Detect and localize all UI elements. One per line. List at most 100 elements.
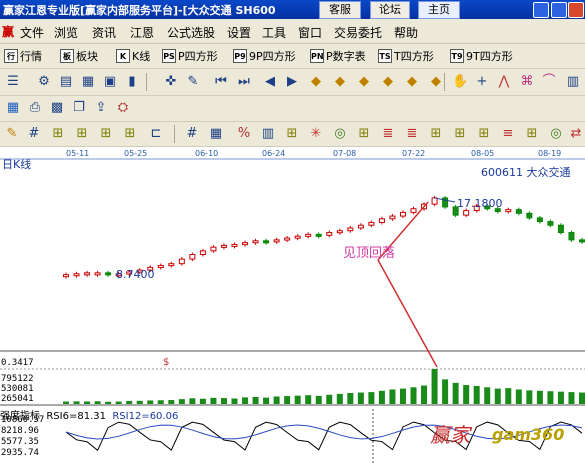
hand-icon[interactable]: ✋ [452, 74, 468, 90]
fan-6-icon[interactable]: ⊞ [356, 126, 372, 142]
t-square-icon: TS [378, 48, 392, 63]
lines-icon[interactable]: ≡ [500, 126, 516, 142]
candle [326, 232, 333, 236]
volume-bar [336, 393, 343, 404]
menu-gann[interactable]: 江恩 [130, 24, 154, 41]
columns-icon[interactable]: ▥ [260, 126, 276, 142]
fan-5-icon[interactable]: ⊞ [284, 126, 300, 142]
p-number-table-icon: PN [310, 48, 324, 63]
fib-2-icon[interactable]: ≣ [404, 126, 420, 142]
tab-customer-service[interactable]: 客服 [319, 1, 361, 19]
fan-icon[interactable]: ⊞ [50, 126, 66, 142]
volume-bar [168, 400, 175, 404]
diamond-6-icon[interactable]: ◆ [428, 74, 444, 90]
tab-forum[interactable]: 论坛 [370, 1, 410, 19]
menu-window[interactable]: 窗口 [298, 24, 322, 41]
diamond-4-icon[interactable]: ◆ [380, 74, 396, 90]
document-icon[interactable]: ▤ [58, 74, 74, 90]
first-icon[interactable]: ⏮ [213, 74, 229, 90]
layout-icon[interactable]: ☰ [5, 74, 21, 90]
diamond-icon[interactable]: ◆ [308, 74, 324, 90]
save-icon[interactable]: ▩ [49, 100, 65, 116]
circle-icon[interactable]: ◎ [332, 126, 348, 142]
p-square-button[interactable]: PS P四方形 [162, 47, 218, 64]
volume-bar [579, 392, 585, 404]
chart-type-icon[interactable]: ▥ [565, 74, 581, 90]
9p-square-button[interactable]: P9 9P四方形 [233, 47, 296, 64]
tab-home[interactable]: 主页 [418, 1, 460, 19]
fan-8-icon[interactable]: ⊞ [452, 126, 468, 142]
menu-browse[interactable]: 浏览 [54, 24, 78, 41]
p-number-table-button[interactable]: PN P数字表 [310, 47, 366, 64]
hash-icon[interactable]: # [26, 126, 42, 142]
minimize-button[interactable] [533, 2, 549, 18]
fan-7-icon[interactable]: ⊞ [428, 126, 444, 142]
volume-bar [505, 388, 512, 404]
menu-trade[interactable]: 交易委托 [334, 24, 382, 41]
menu-tools[interactable]: 工具 [262, 24, 286, 41]
last-icon[interactable]: ⏭ [236, 74, 252, 90]
gann-fan-icon[interactable]: ✳ [308, 126, 324, 142]
fib-icon[interactable]: ≣ [380, 126, 396, 142]
9t-square-button[interactable]: T9 9T四方形 [450, 47, 513, 64]
calendar-icon[interactable]: ▣ [102, 74, 118, 90]
close-button[interactable] [568, 2, 584, 18]
fan-2-icon[interactable]: ⊞ [74, 126, 90, 142]
menu-news[interactable]: 资讯 [92, 24, 116, 41]
fan-3-icon[interactable]: ⊞ [98, 126, 114, 142]
volume-bar [484, 387, 491, 404]
fan-10-icon[interactable]: ⊞ [524, 126, 540, 142]
menu-file[interactable]: 文件 [20, 24, 44, 41]
separator [174, 125, 175, 143]
volume-label: 530081 [1, 384, 34, 394]
hash-2-icon[interactable]: # [184, 126, 200, 142]
pattern-icon[interactable]: ⌘ [519, 74, 535, 90]
maximize-button[interactable] [551, 2, 567, 18]
tools-icon[interactable]: ⛭ [115, 100, 131, 116]
diamond-5-icon[interactable]: ◆ [404, 74, 420, 90]
volume-bar [157, 400, 164, 404]
menu-settings[interactable]: 设置 [227, 24, 251, 41]
plus-icon[interactable]: + [474, 74, 490, 90]
grid-2-icon[interactable]: ▦ [208, 126, 224, 142]
percent-icon[interactable]: % [236, 126, 252, 142]
t-square-button[interactable]: TS T四方形 [378, 47, 434, 64]
rsi-axis-label: 5577.35 [1, 437, 39, 447]
crosshair-icon[interactable]: ✜ [163, 74, 179, 90]
kline-button[interactable]: K K线 [116, 47, 150, 64]
copy-icon[interactable]: ❐ [71, 100, 87, 116]
candle [105, 272, 112, 276]
sector-button[interactable]: 板 板块 [60, 47, 98, 64]
kline-chart[interactable]: 05-11 05-25 06-10 06-24 07-08 07-22 08-0… [0, 147, 585, 463]
candle [284, 237, 291, 241]
volume-bar [231, 398, 238, 404]
diamond-2-icon[interactable]: ◆ [332, 74, 348, 90]
diamond-3-icon[interactable]: ◆ [356, 74, 372, 90]
arc-icon[interactable]: ⌒ [541, 74, 557, 90]
export-icon[interactable]: ⇪ [93, 100, 109, 116]
arrows-icon[interactable]: ⇄ [568, 126, 584, 142]
calendar-21-icon[interactable]: ▦ [5, 100, 21, 116]
quotes-button[interactable]: 行 行情 [4, 47, 42, 64]
candle-icon[interactable]: ▮ [124, 74, 140, 90]
candle [178, 258, 185, 265]
volume-bar [294, 395, 301, 404]
prev-icon[interactable]: ◀ [262, 74, 278, 90]
menu-help[interactable]: 帮助 [394, 24, 418, 41]
bracket-icon[interactable]: ⊏ [148, 126, 164, 142]
volume-bar [220, 398, 227, 404]
candle [220, 244, 227, 248]
circle-2-icon[interactable]: ◎ [548, 126, 564, 142]
next-icon[interactable]: ▶ [284, 74, 300, 90]
draw-icon[interactable]: ✎ [185, 74, 201, 90]
line-tool-icon[interactable]: ⋀ [496, 74, 512, 90]
menu-formula-select[interactable]: 公式选股 [167, 24, 215, 41]
fan-4-icon[interactable]: ⊞ [122, 126, 138, 142]
grid-icon[interactable]: ▦ [80, 74, 96, 90]
print-icon[interactable]: ⎙ [27, 100, 43, 116]
fan-9-icon[interactable]: ⊞ [476, 126, 492, 142]
quotes-icon: 行 [4, 48, 18, 63]
settings-icon[interactable]: ⚙ [36, 74, 52, 90]
pencil-icon[interactable]: ✎ [4, 126, 20, 142]
9t-square-label: 9T四方形 [466, 49, 513, 63]
